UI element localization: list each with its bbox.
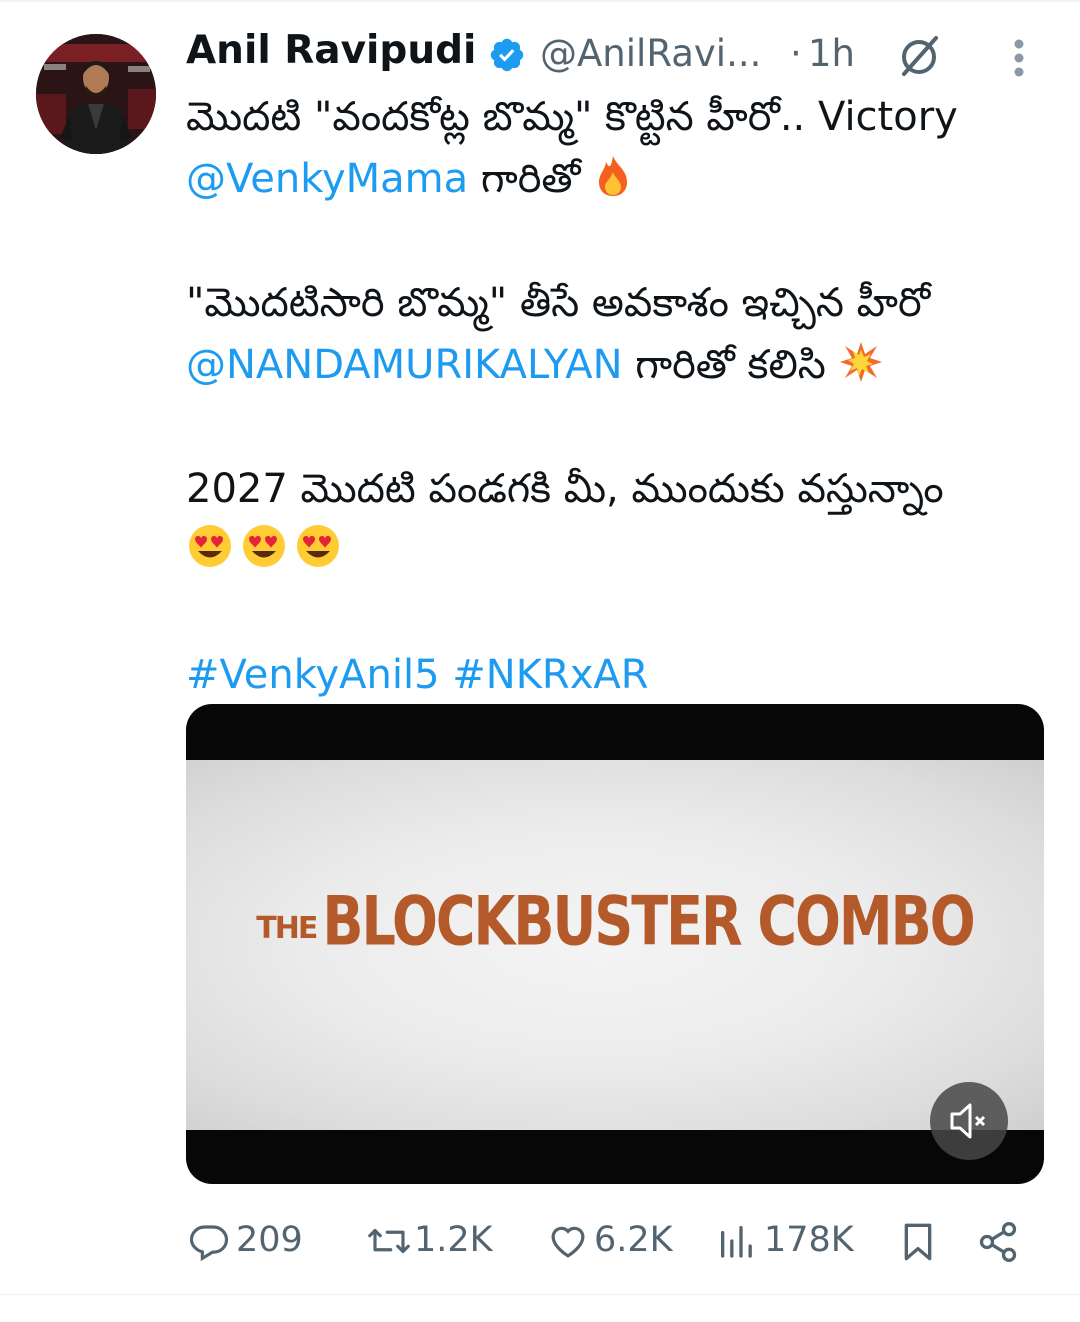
author-handle[interactable]: @AnilRavi... [540,32,761,75]
hashtag-link[interactable]: #NKRxAR [452,652,648,698]
tweet-text-segment: గారితో [468,156,581,202]
views-button[interactable]: 178K [716,1212,856,1272]
video-player[interactable]: THE BLOCKBUSTER COMBO [186,704,1044,1184]
repost-button[interactable]: 1.2K [366,1212,496,1272]
bottom-divider [0,1294,1080,1295]
tweet-header: Anil Ravipudi @AnilRavi... · 1h [186,26,1046,82]
like-button[interactable]: 6.2K [546,1212,676,1272]
hashtag-link[interactable]: #VenkyAnil5 [186,652,440,698]
views-count: 178K [764,1220,854,1260]
heart-eyes-emoji [189,525,339,567]
collision-emoji [839,342,882,382]
top-divider [0,0,1080,2]
tweet-line: @NANDAMURIKALYAN గారితో కలిసి [186,334,1036,396]
like-count: 6.2K [594,1220,673,1260]
timestamp[interactable]: 1h [808,32,855,75]
tweet-line: "మొదటిసారి బొమ్మ" తీసే అవకాశం ఇచ్చిన హీర… [186,272,1036,334]
mute-icon [950,1103,986,1139]
tweet-text-segment: గారితో కలిసి [622,342,839,388]
verified-badge-icon [490,38,524,72]
heart-icon [551,1226,585,1258]
tweet-body: మొదటి "వందకోట్ల బొమ్మ" కొట్టిన హీరో.. Vi… [186,86,1036,706]
tweet-line: #VenkyAnil5 #NKRxAR [186,644,1036,706]
grok-icon[interactable] [896,32,942,78]
reply-button[interactable]: 209 [186,1212,316,1272]
tweet-text-segment: "మొదటిసారి బొమ్మ" తీసే అవకాశం ఇచ్చిన హీర… [186,280,931,326]
mention-link[interactable]: @VenkyMama [186,156,468,202]
video-title-small: THE [256,911,318,946]
tweet-line [186,520,1036,582]
tweet-line: 2027 మొదటి పండగకి మీ, ముందుకు వస్తున్నాం [186,458,1036,520]
video-title-big: BLOCKBUSTER COMBO [322,882,975,961]
repost-icon [368,1228,410,1254]
tweet-text-segment: మొదటి "వందకోట్ల బొమ్మ" కొట్టిన హీరో.. Vi… [186,94,958,140]
author-display-name[interactable]: Anil Ravipudi [186,28,476,73]
video-title-card: THE BLOCKBUSTER COMBO [186,882,1044,961]
time-separator: · [790,32,802,75]
tweet-line: మొదటి "వందకోట్ల బొమ్మ" కొట్టిన హీరో.. Vi… [186,86,1036,148]
tweet-line: @VenkyMama గారితో [186,148,1036,210]
mute-button[interactable] [930,1082,1008,1160]
reply-count: 209 [236,1220,303,1260]
share-icon [979,1222,1017,1262]
avatar[interactable] [36,34,156,154]
fire-emoji [599,156,628,196]
bookmark-button[interactable] [896,1212,946,1272]
bookmark-icon [904,1223,932,1261]
mention-link[interactable]: @NANDAMURIKALYAN [186,342,623,388]
views-icon [721,1226,752,1258]
share-button[interactable] [976,1212,1026,1272]
action-bar: 209 1.2K 6.2K 178K [186,1212,1046,1272]
more-vertical-icon[interactable] [1012,38,1026,78]
reply-icon [189,1225,229,1262]
tweet-text-segment: 2027 మొదటి పండగకి మీ, ముందుకు వస్తున్నాం [186,466,944,512]
repost-count: 1.2K [414,1220,493,1260]
avatar-image [36,34,156,154]
